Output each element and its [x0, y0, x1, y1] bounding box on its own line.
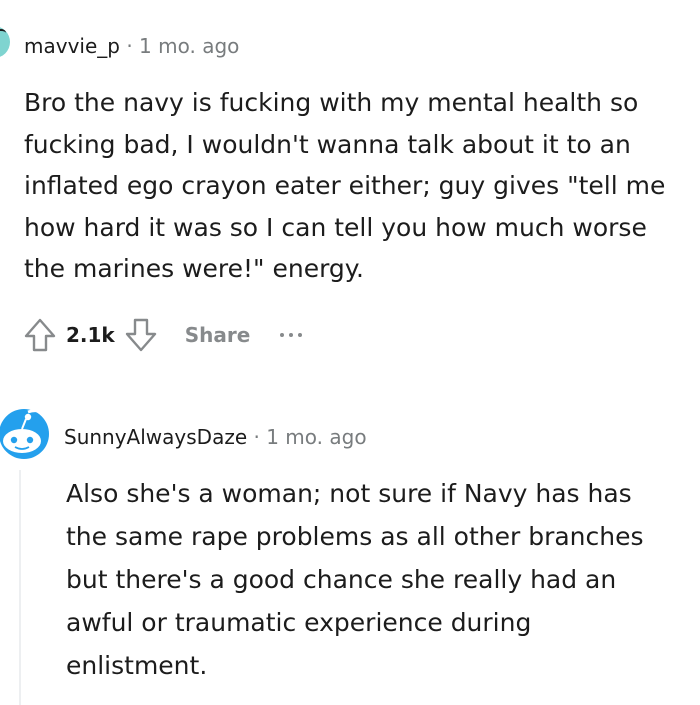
share-button[interactable]: Share — [185, 323, 251, 347]
comment-body: Also she's a woman; not sure if Navy has… — [66, 479, 644, 680]
avatar[interactable] — [0, 26, 10, 58]
meta-separator: · — [253, 425, 260, 449]
downvote-arrow-icon — [125, 318, 156, 352]
thread-line[interactable] — [19, 470, 21, 705]
comment-meta: SunnyAlwaysDaze · 1 mo. ago — [64, 424, 367, 450]
author-name[interactable]: mavvie_p — [24, 34, 120, 58]
comment-actions: 2.1k Share — [20, 314, 303, 356]
vote-count: 2.1k — [66, 323, 115, 347]
avatar[interactable] — [0, 408, 50, 460]
meta-separator: · — [126, 34, 133, 58]
comment-meta: mavvie_p · 1 mo. ago — [24, 34, 239, 58]
more-options-icon[interactable] — [280, 333, 303, 337]
upvote-arrow-icon — [24, 318, 56, 352]
comment-body: Bro the navy is fucking with my mental h… — [24, 88, 666, 283]
author-name[interactable]: SunnyAlwaysDaze — [64, 425, 247, 449]
downvote-button[interactable] — [121, 314, 161, 356]
timestamp[interactable]: 1 mo. ago — [139, 34, 239, 58]
timestamp[interactable]: 1 mo. ago — [266, 425, 366, 449]
upvote-button[interactable] — [20, 314, 60, 356]
